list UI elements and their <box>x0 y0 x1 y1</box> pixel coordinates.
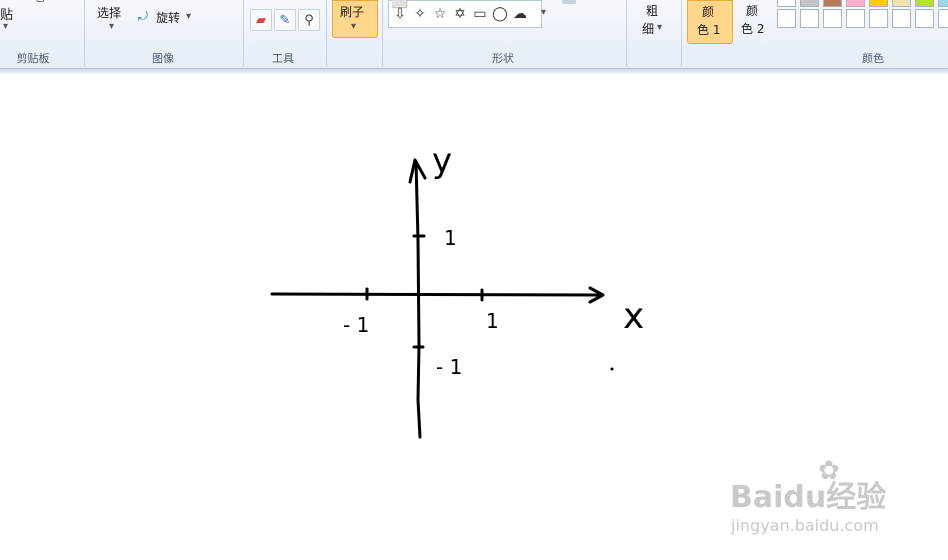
x-tick-pos-label: 1 <box>486 309 499 333</box>
y-tick-pos-label: 1 <box>444 226 457 250</box>
x-axis-label: x <box>623 296 644 337</box>
y-axis-line <box>414 160 422 439</box>
watermark-url: jingyan.baidu.com <box>731 516 879 535</box>
stray-dot <box>610 367 614 371</box>
watermark-brand: Baidu经验 <box>730 480 887 515</box>
x-axis-line <box>270 292 604 297</box>
y-tick-neg-label: - 1 <box>436 355 462 379</box>
paw-logo-icon: ✿ <box>818 456 840 486</box>
x-tick-neg-label: - 1 <box>343 313 369 337</box>
y-axis-label: y <box>432 141 452 181</box>
